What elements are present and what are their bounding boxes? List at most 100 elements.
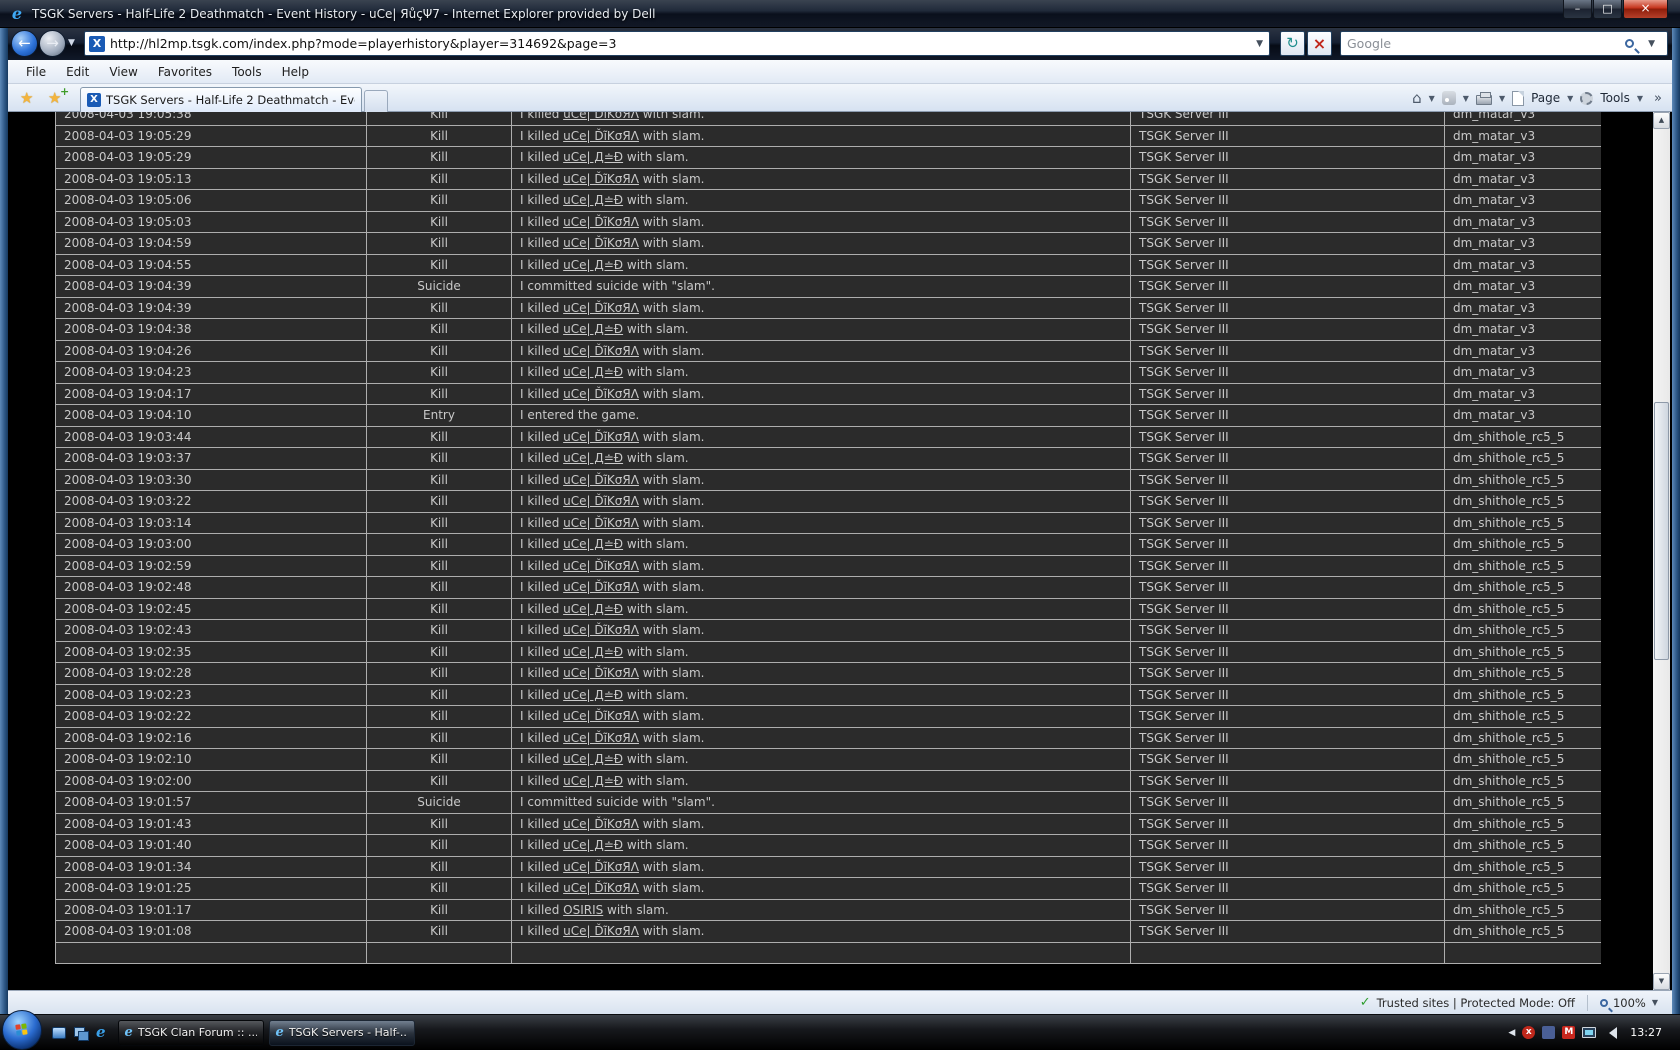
show-desktop-icon[interactable] (52, 1027, 66, 1039)
player-link[interactable]: uCe| ĎĩKσЯΛ (563, 473, 639, 487)
player-link[interactable]: uCe| Д≐Đ (563, 774, 623, 788)
player-link[interactable]: uCe| ĎĩKσЯΛ (563, 494, 639, 508)
scroll-up-button[interactable]: ▲ (1653, 112, 1670, 129)
minimize-button[interactable]: – (1563, 0, 1592, 19)
close-button[interactable]: × (1623, 0, 1668, 19)
tray-app-icon[interactable] (1542, 1026, 1555, 1039)
event-server: TSGK Server III (1131, 469, 1445, 491)
player-link[interactable]: uCe| ĎĩKσЯΛ (563, 301, 639, 315)
switch-windows-icon[interactable] (74, 1027, 88, 1039)
search-input[interactable] (1347, 36, 1625, 51)
launch-ie-icon[interactable]: e (96, 1025, 106, 1040)
player-link[interactable]: uCe| ĎĩKσЯΛ (563, 387, 639, 401)
player-link[interactable]: uCe| ĎĩKσЯΛ (563, 215, 639, 229)
player-link[interactable]: uCe| ĎĩKσЯΛ (563, 236, 639, 250)
menu-favorites[interactable]: Favorites (148, 62, 222, 82)
event-type: Kill (367, 577, 512, 599)
more-tools-chevron-icon[interactable]: » (1654, 91, 1662, 106)
zoom-level[interactable]: 100% (1613, 996, 1646, 1010)
player-link[interactable]: uCe| ĎĩKσЯΛ (563, 881, 639, 895)
menu-file[interactable]: File (16, 62, 56, 82)
player-link[interactable]: uCe| ĎĩKσЯΛ (563, 731, 639, 745)
new-tab-stub[interactable] (364, 90, 388, 112)
menu-tools[interactable]: Tools (222, 62, 272, 82)
event-type: Kill (367, 340, 512, 362)
vertical-scrollbar[interactable]: ▲ ▼ (1653, 112, 1670, 990)
menu-view[interactable]: View (99, 62, 147, 82)
tray-alert-icon[interactable]: x (1522, 1026, 1535, 1039)
player-link[interactable]: uCe| Д≐Đ (563, 838, 623, 852)
player-link[interactable]: uCe| ĎĩKσЯΛ (563, 430, 639, 444)
tray-expand-icon[interactable]: ◀ (1508, 1028, 1515, 1038)
player-link[interactable]: uCe| ĎĩKσЯΛ (563, 666, 639, 680)
taskbar-button-servers[interactable]: e TSGK Servers - Half-... (269, 1020, 415, 1046)
page-menu-button[interactable]: Page (1531, 91, 1560, 105)
forward-button[interactable]: → (39, 30, 66, 57)
player-link[interactable]: uCe| ĎĩKσЯΛ (563, 580, 639, 594)
volume-icon[interactable] (1603, 1027, 1617, 1039)
event-history-table: 2008-04-03 19:05:38KillI killed uCe| ĎĩK… (55, 112, 1601, 989)
player-link[interactable]: uCe| Д≐Đ (563, 645, 623, 659)
player-link[interactable]: OSIRIS (563, 903, 603, 917)
home-icon[interactable]: ⌂ (1412, 89, 1422, 107)
player-link[interactable]: uCe| ĎĩKσЯΛ (563, 516, 639, 530)
feeds-dropdown-icon[interactable]: ▼ (1463, 94, 1469, 103)
player-link[interactable]: uCe| Д≐Đ (563, 365, 623, 379)
player-link[interactable]: uCe| ĎĩKσЯΛ (563, 129, 639, 143)
history-dropdown[interactable]: ▼ (68, 38, 75, 48)
player-link[interactable]: uCe| Д≐Đ (563, 537, 623, 551)
table-row: 2008-04-03 19:03:44KillI killed uCe| ĎĩK… (56, 426, 1602, 448)
home-dropdown-icon[interactable]: ▼ (1429, 94, 1435, 103)
tools-menu-button[interactable]: Tools (1600, 91, 1630, 105)
search-dropdown-icon[interactable]: ▼ (1648, 39, 1655, 49)
tools-dropdown-icon[interactable]: ▼ (1637, 94, 1643, 103)
player-link[interactable]: uCe| ĎĩKσЯΛ (563, 817, 639, 831)
zoom-icon[interactable] (1600, 999, 1608, 1007)
print-icon[interactable] (1476, 95, 1492, 105)
player-link[interactable]: uCe| ĎĩKσЯΛ (563, 344, 639, 358)
address-dropdown-icon[interactable]: ▼ (1256, 39, 1263, 49)
event-map: dm_shithole_rc5_5 (1445, 792, 1602, 814)
feeds-icon[interactable] (1442, 91, 1456, 105)
search-icon[interactable] (1625, 39, 1634, 48)
tab-active[interactable]: X TSGK Servers - Half-Life 2 Deathmatch … (80, 87, 362, 112)
stop-button[interactable]: × (1307, 31, 1332, 56)
player-link[interactable]: uCe| Д≐Đ (563, 322, 623, 336)
back-button[interactable]: ← (11, 30, 38, 57)
player-link[interactable]: uCe| Д≐Đ (563, 602, 623, 616)
start-button[interactable] (2, 1010, 42, 1050)
refresh-button[interactable]: ↻ (1280, 31, 1305, 56)
zoom-dropdown-icon[interactable]: ▼ (1652, 998, 1658, 1007)
taskbar-clock[interactable]: 13:27 (1630, 1026, 1662, 1039)
menu-edit[interactable]: Edit (56, 62, 99, 82)
restore-button[interactable]: □ (1593, 0, 1622, 19)
tray-messenger-icon[interactable]: M (1562, 1026, 1575, 1039)
event-server: TSGK Server III (1131, 534, 1445, 556)
network-icon[interactable] (1582, 1027, 1596, 1038)
url-input[interactable] (110, 36, 1250, 51)
event-map: dm_shithole_rc5_5 (1445, 878, 1602, 900)
menu-help[interactable]: Help (272, 62, 319, 82)
taskbar-button-forum[interactable]: e TSGK Clan Forum :: ... (118, 1020, 264, 1046)
favorites-center-button[interactable]: ★ (20, 89, 33, 107)
player-link[interactable]: uCe| Д≐Đ (563, 193, 623, 207)
scroll-down-button[interactable]: ▼ (1653, 973, 1670, 990)
player-link[interactable]: uCe| Д≐Đ (563, 752, 623, 766)
player-link[interactable]: uCe| ĎĩKσЯΛ (563, 172, 639, 186)
event-server: TSGK Server III (1131, 362, 1445, 384)
player-link[interactable]: uCe| Д≐Đ (563, 451, 623, 465)
player-link[interactable]: uCe| Д≐Đ (563, 688, 623, 702)
print-dropdown-icon[interactable]: ▼ (1499, 94, 1505, 103)
player-link[interactable]: uCe| ĎĩKσЯΛ (563, 924, 639, 938)
player-link[interactable]: uCe| Д≐Đ (563, 258, 623, 272)
event-timestamp: 2008-04-03 19:01:34 (56, 856, 367, 878)
player-link[interactable]: uCe| Д≐Đ (563, 150, 623, 164)
scrollbar-thumb[interactable] (1654, 402, 1669, 660)
title-bar[interactable]: e TSGK Servers - Half-Life 2 Deathmatch … (0, 0, 1680, 28)
player-link[interactable]: uCe| ĎĩKσЯΛ (563, 559, 639, 573)
player-link[interactable]: uCe| ĎĩKσЯΛ (563, 709, 639, 723)
page-dropdown-icon[interactable]: ▼ (1567, 94, 1573, 103)
player-link[interactable]: uCe| ĎĩKσЯΛ (563, 112, 639, 121)
player-link[interactable]: uCe| ĎĩKσЯΛ (563, 860, 639, 874)
player-link[interactable]: uCe| ĎĩKσЯΛ (563, 623, 639, 637)
